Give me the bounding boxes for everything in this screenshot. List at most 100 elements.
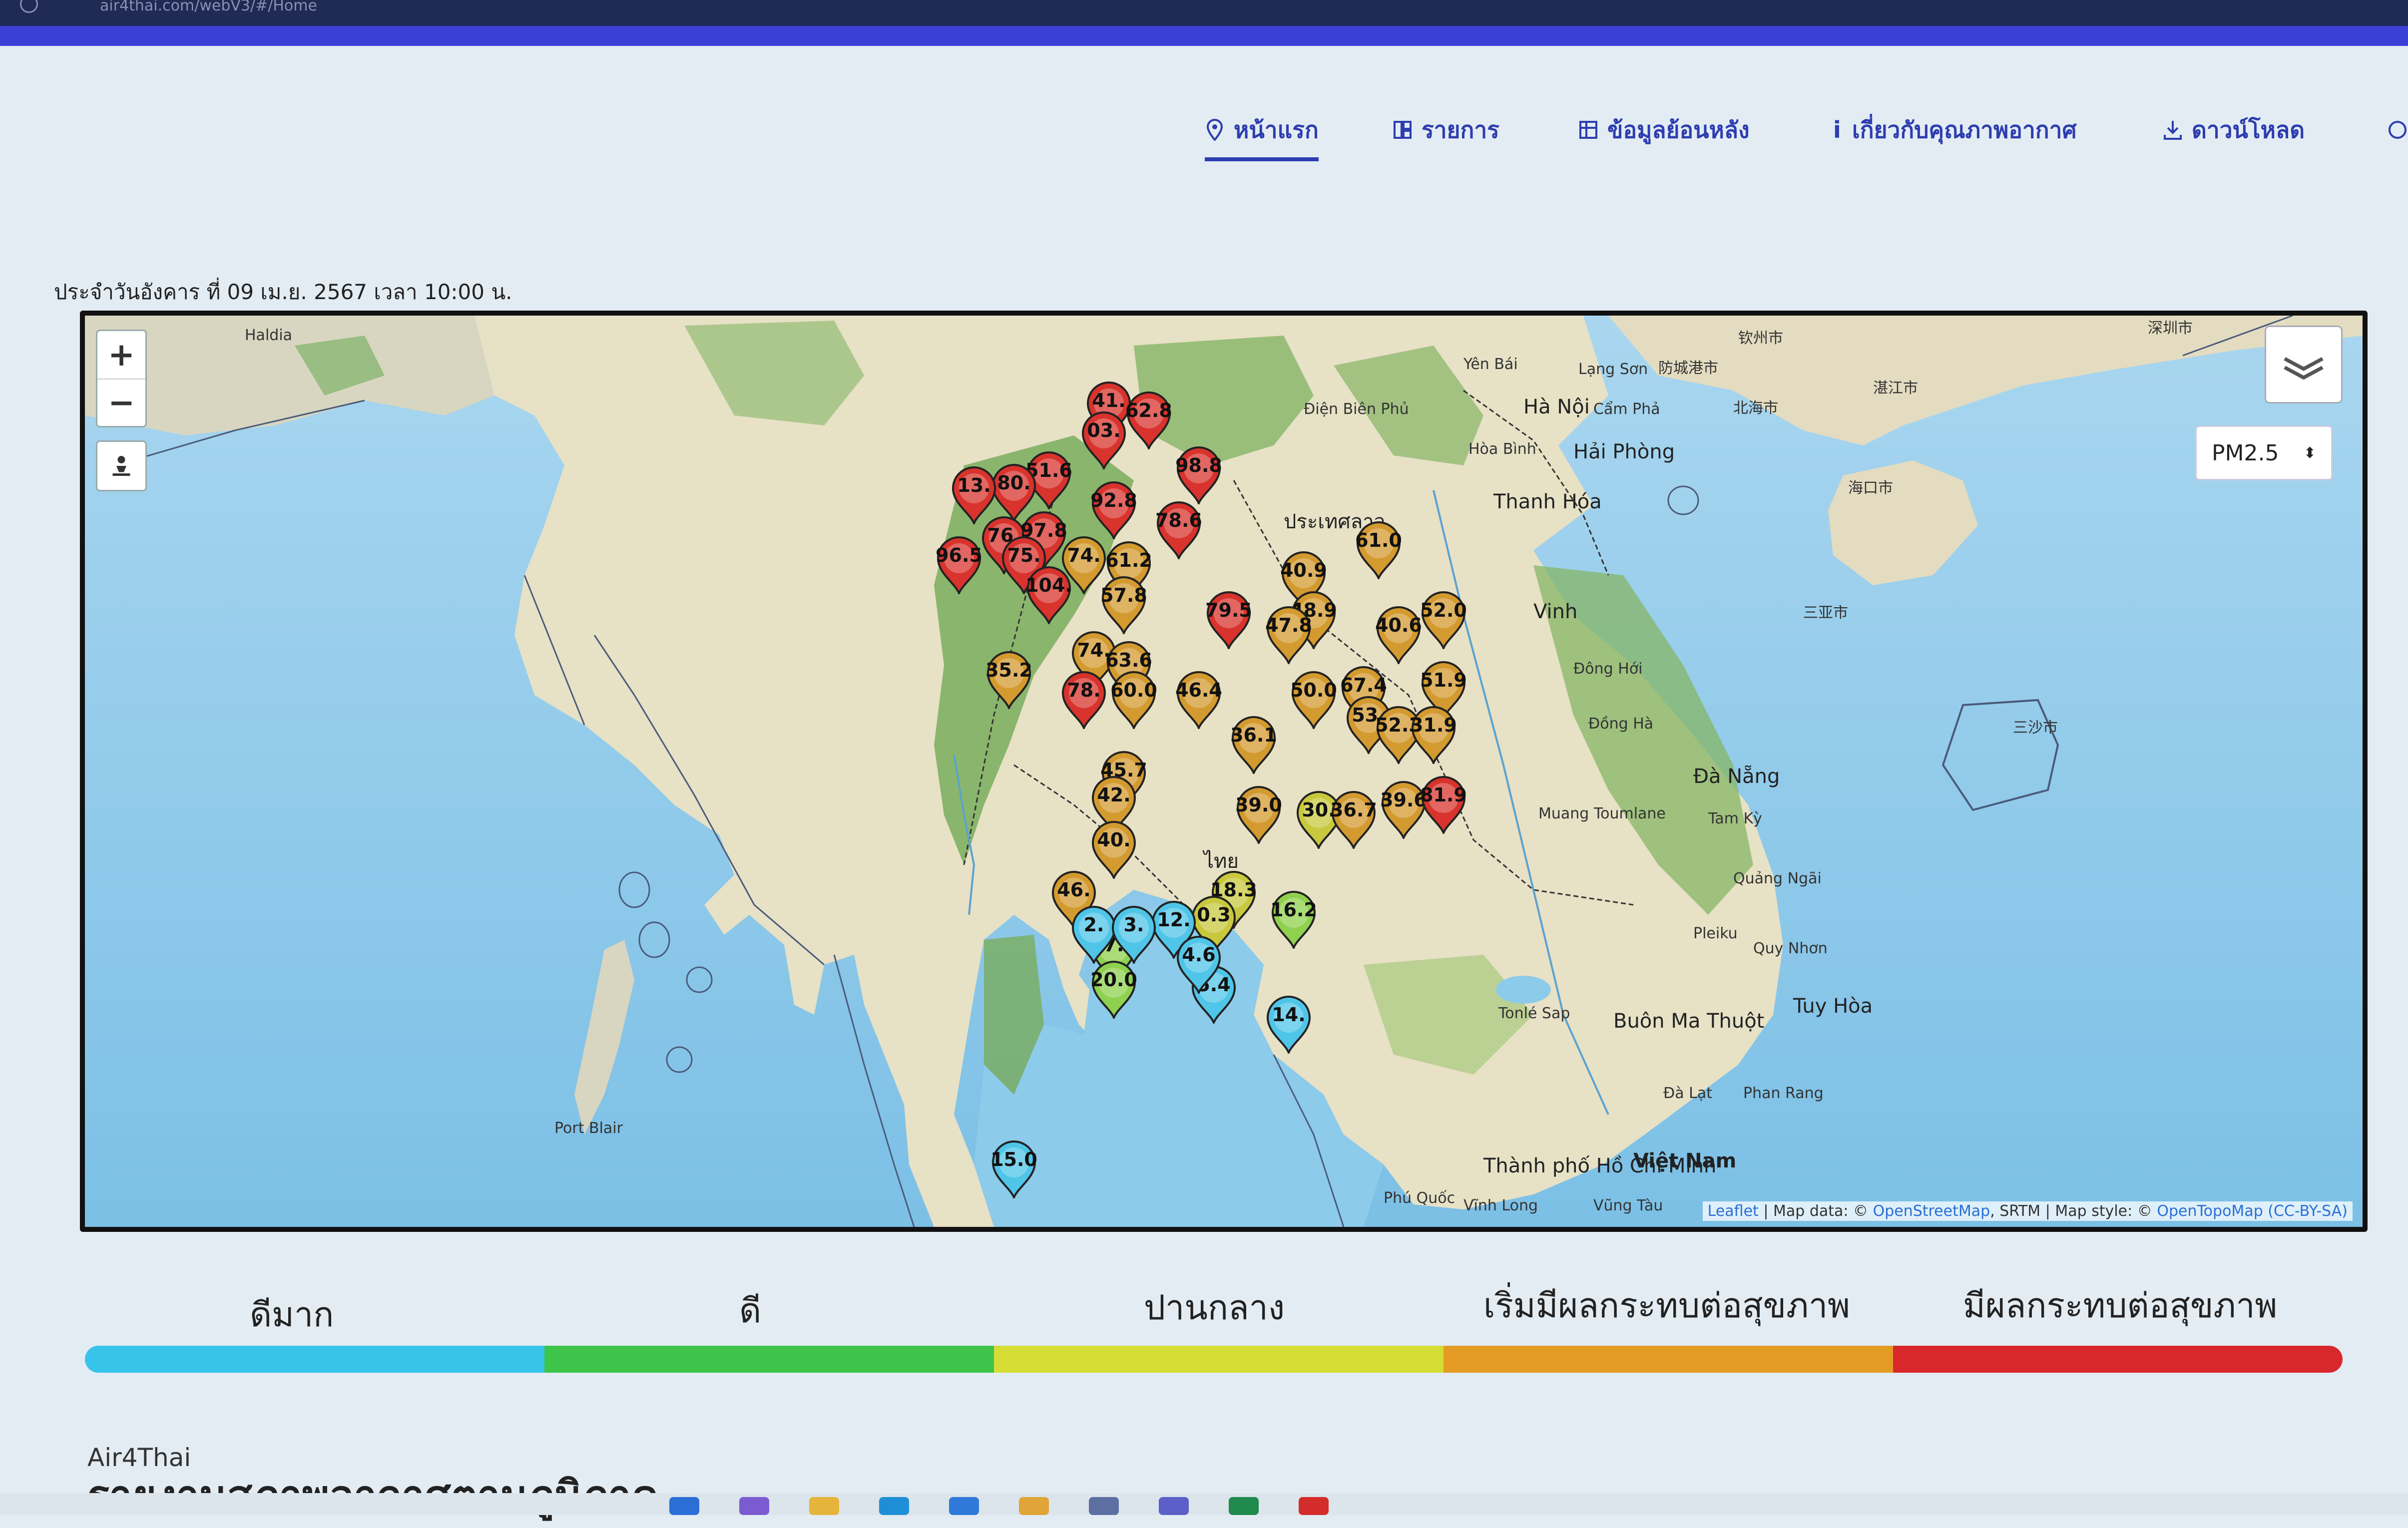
nav-item-download[interactable]: ดาวน์โหลด (2163, 102, 2305, 157)
zoom-in-button[interactable]: + (97, 331, 145, 379)
place-label: Hải Phòng (1573, 440, 1675, 463)
report-datetime: ประจำวันอังคาร ที่ 09 เม.ย. 2567 เวลา 10… (54, 280, 512, 304)
station-value: 14. (1272, 1004, 1306, 1026)
station-value: 79.5 (1205, 599, 1252, 621)
person-locate-icon (112, 456, 130, 476)
station-marker[interactable]: 39.0 (1235, 785, 1283, 844)
place-label: 钦州市 (1738, 330, 1783, 347)
place-label: 北海市 (1733, 399, 1778, 417)
station-marker[interactable]: 60.0 (1110, 670, 1158, 729)
station-marker[interactable]: 36.1 (1230, 715, 1278, 774)
opentopomap-link[interactable]: OpenTopoMap (CC-BY-SA) (2157, 1202, 2348, 1220)
place-label: Đông Hới (1573, 660, 1643, 678)
station-marker[interactable]: 52.0 (1420, 590, 1467, 649)
station-value: 75. (1007, 544, 1041, 566)
nav-item-home[interactable]: หน้าแรก (1205, 102, 1319, 161)
station-marker[interactable]: 78. (1060, 670, 1108, 729)
teams-icon[interactable] (1159, 1497, 1189, 1515)
leaflet-link[interactable]: Leaflet (1708, 1202, 1759, 1220)
place-label: Điện Biên Phủ (1304, 400, 1409, 418)
osm-link[interactable]: OpenStreetMap (1873, 1202, 1990, 1220)
station-marker[interactable]: 3. (1110, 905, 1158, 964)
help-button[interactable] (2388, 102, 2408, 157)
place-label: Đà Nẵng (1693, 765, 1780, 788)
place-label: 海口市 (1848, 479, 1893, 497)
site-info-icon[interactable] (20, 0, 38, 13)
place-label: Tuy Hòa (1793, 995, 1873, 1018)
air-quality-map[interactable]: Haldia Port Blair Thanh Hóa Hà Nội Hải P… (80, 311, 2368, 1232)
station-value: 3. (1123, 914, 1144, 936)
place-label: Haldia (245, 327, 293, 344)
station-marker[interactable]: 50.0 (1290, 670, 1338, 729)
station-value: 36.1 (1230, 724, 1277, 746)
place-label: Vĩnh Long (1463, 1197, 1538, 1214)
store-icon[interactable] (949, 1497, 979, 1515)
place-label: 湛江市 (1873, 380, 1918, 397)
legend-bar-unhealthy-sensitive (1444, 1346, 1893, 1373)
station-marker[interactable]: 104. (1025, 565, 1073, 624)
station-marker[interactable]: 98.8 (1175, 445, 1223, 504)
station-marker[interactable]: 96.5 (935, 535, 983, 594)
station-value: 57.8 (1100, 584, 1147, 606)
station-marker[interactable]: 40.6 (1375, 605, 1423, 664)
nav-item-history[interactable]: ข้อมูลย้อนหลัง (1578, 102, 1750, 157)
chrome-icon[interactable] (1019, 1497, 1049, 1515)
pollutant-select[interactable]: PM2.5 ⬍ (2195, 425, 2333, 480)
nav-label: ดาวน์โหลด (2192, 116, 2305, 143)
legend-bar-unhealthy (1893, 1346, 2343, 1373)
nav-item-about[interactable]: i เกี่ยวกับคุณภาพอากาศ (1833, 102, 2077, 157)
layers-button[interactable] (2265, 326, 2343, 403)
station-marker[interactable]: 62.8 (1125, 390, 1173, 449)
station-marker[interactable]: 81.9 (1420, 775, 1467, 834)
legend-bar-moderate (994, 1346, 1444, 1373)
station-value: 13. (957, 474, 991, 496)
station-marker[interactable]: 16.2 (1270, 890, 1318, 949)
app-icon[interactable] (1089, 1497, 1119, 1515)
station-marker[interactable]: 47.8 (1265, 605, 1313, 664)
list-icon (1394, 121, 1412, 139)
edge-icon[interactable] (879, 1497, 909, 1515)
place-label: Quy Nhơn (1753, 940, 1828, 957)
station-value: 35.2 (985, 659, 1032, 681)
station-marker[interactable]: 36.7 (1330, 790, 1378, 849)
attribution-text: , SRTM | Map style: © (1990, 1202, 2157, 1220)
map-pin-icon (1206, 119, 1223, 141)
place-label: Phan Rang (1743, 1085, 1824, 1102)
station-marker[interactable]: 20.0 (1090, 960, 1138, 1019)
station-marker[interactable]: 79.5 (1205, 590, 1253, 649)
acrobat-icon[interactable] (1299, 1497, 1329, 1515)
zoom-control: + − (96, 330, 147, 427)
place-label: 深圳市 (2148, 320, 2193, 337)
aqi-legend: ดีมาก ดี ปานกลาง เริ่มมีผลกระทบต่อสุขภาพ… (85, 1278, 2343, 1393)
folder-icon[interactable] (809, 1497, 839, 1515)
place-label: Yên Bái (1463, 356, 1518, 373)
station-value: 03. (1087, 419, 1121, 441)
locate-button[interactable] (96, 440, 147, 491)
station-marker[interactable]: 14. (1265, 995, 1313, 1054)
station-marker[interactable]: 4.6 (1175, 935, 1223, 994)
station-marker[interactable]: 35.2 (985, 650, 1033, 709)
station-value: 50.0 (1290, 679, 1337, 701)
station-marker[interactable]: 57.8 (1100, 575, 1148, 634)
station-marker[interactable]: 92.8 (1090, 480, 1138, 539)
station-marker[interactable]: 61.0 (1355, 520, 1403, 579)
station-marker[interactable]: 15.0 (990, 1140, 1038, 1198)
station-value: 46.4 (1175, 679, 1222, 701)
zoom-out-button[interactable]: − (97, 379, 145, 426)
main-nav: หน้าแรก รายการ ข้อมูลย้อนหลัง i เกี่ยวกั… (0, 102, 2408, 162)
chat-icon[interactable] (739, 1497, 769, 1515)
station-value: 78. (1067, 679, 1101, 701)
nav-item-list[interactable]: รายการ (1393, 102, 1499, 157)
select-arrows-icon: ⬍ (2303, 444, 2316, 462)
station-marker[interactable]: 31.9 (1410, 705, 1457, 764)
place-label: Đà Lạt (1663, 1085, 1713, 1102)
station-marker[interactable]: 78.6 (1155, 500, 1203, 559)
search-icon[interactable] (669, 1497, 699, 1515)
layers-icon (2284, 357, 2324, 380)
station-value: 40.6 (1375, 614, 1422, 636)
excel-icon[interactable] (1229, 1497, 1259, 1515)
url-text[interactable]: air4thai.com/webV3/#/Home (100, 0, 317, 14)
station-marker[interactable]: 46.4 (1175, 670, 1223, 729)
station-marker[interactable]: 03. (1080, 410, 1128, 469)
station-value: 96.5 (936, 544, 982, 566)
